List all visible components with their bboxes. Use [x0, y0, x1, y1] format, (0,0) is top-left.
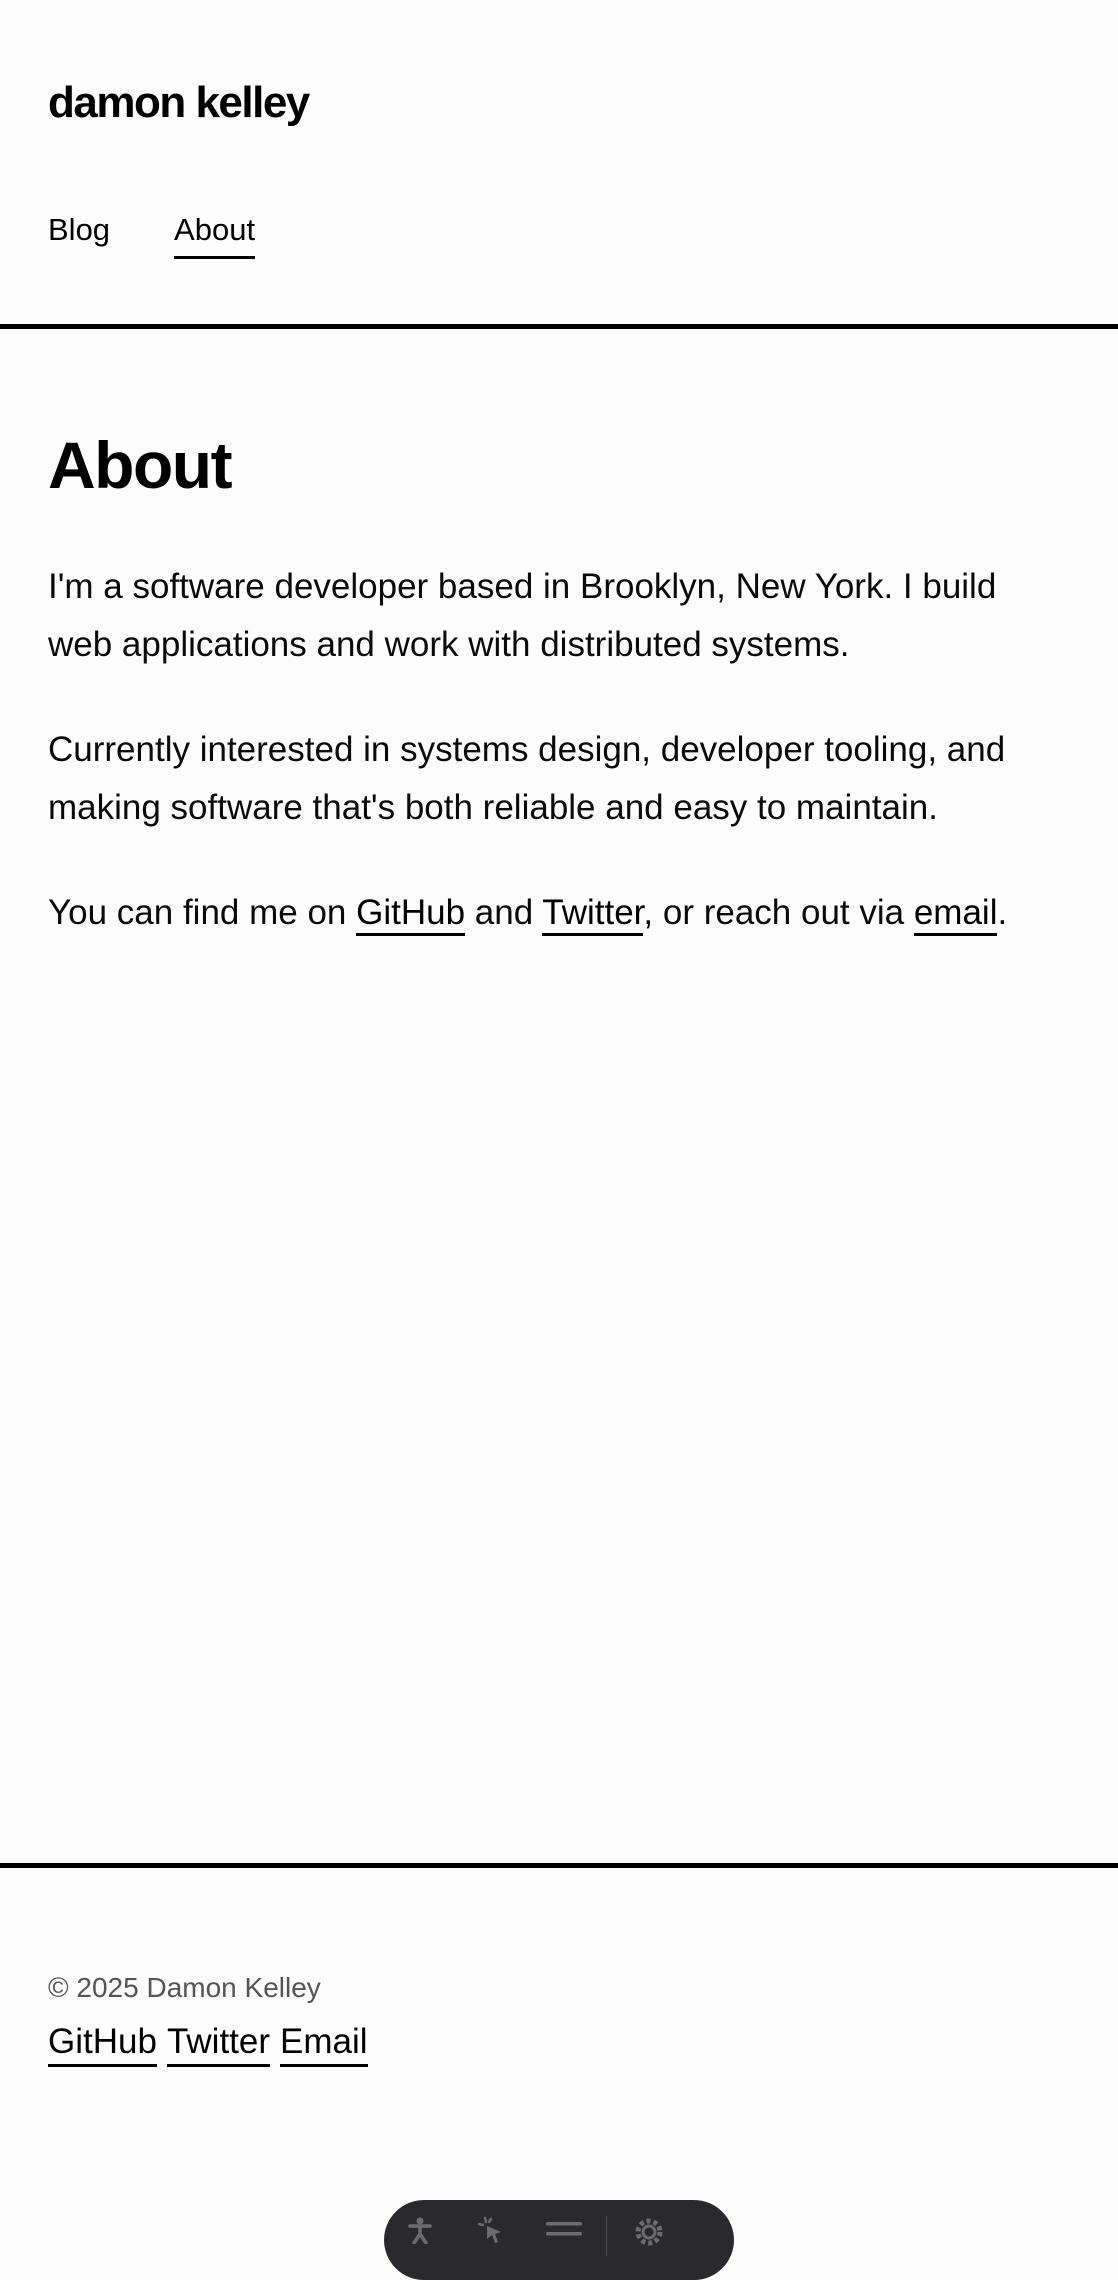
nav-link-about[interactable]: About [174, 210, 256, 259]
contact-paragraph: You can find me on GitHub and Twitter, o… [48, 884, 1070, 942]
contact-text-prefix: You can find me on [48, 893, 357, 932]
header-divider [0, 324, 1118, 329]
accessibility-icon[interactable] [384, 2216, 456, 2256]
cursor-click-icon[interactable] [456, 2216, 528, 2256]
contact-text-middle: , or reach out via [643, 893, 914, 932]
footer-github-link[interactable]: GitHub [48, 2020, 157, 2067]
gear-icon[interactable] [613, 2216, 685, 2256]
footer-links: GitHub Twitter Email [48, 2020, 368, 2067]
email-link[interactable]: email [913, 893, 998, 936]
site-title[interactable]: damon kelley [48, 74, 310, 132]
floating-toolbar [384, 2200, 734, 2280]
copyright-text: © 2025 Damon Kelley [48, 1972, 321, 2003]
page-title: About [48, 428, 233, 502]
main-content: About I'm a software developer based in … [48, 420, 1070, 989]
site-header: damon kelley Blog About [0, 0, 1118, 326]
contact-text-suffix: . [997, 893, 1008, 932]
twitter-link[interactable]: Twitter [542, 893, 644, 936]
footer-twitter-link[interactable]: Twitter [166, 2020, 271, 2067]
site-footer: © 2025 Damon Kelley GitHub Twitter Email [48, 1970, 368, 2067]
main-nav: Blog About [48, 210, 256, 259]
intro-paragraph: I'm a software developer based in Brookl… [48, 567, 997, 664]
interests-paragraph: Currently interested in systems design, … [48, 730, 1006, 827]
github-link[interactable]: GitHub [356, 893, 466, 936]
nav-link-blog[interactable]: Blog [48, 210, 110, 259]
toolbar-separator [606, 2216, 607, 2256]
menu-icon[interactable] [528, 2216, 600, 2256]
contact-text-and: and [465, 893, 543, 932]
footer-email-link[interactable]: Email [280, 2020, 368, 2067]
footer-divider [0, 1863, 1118, 1868]
